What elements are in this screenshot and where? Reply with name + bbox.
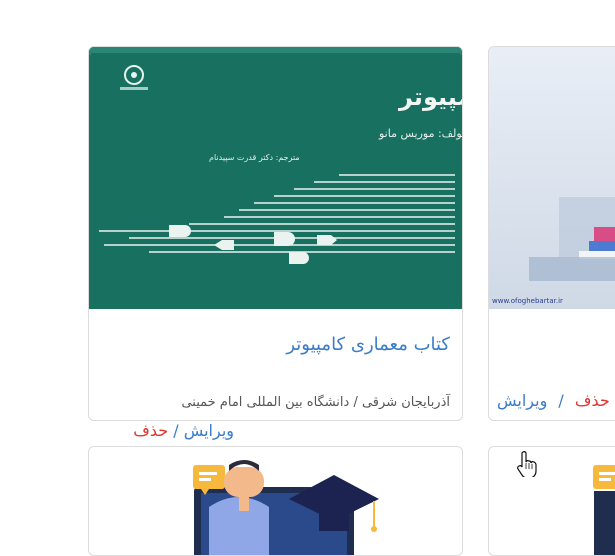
edit-link[interactable]: ویرایش (497, 391, 547, 410)
book-actions: حذف / ویرایش (497, 391, 610, 410)
education-illustration (593, 465, 615, 555)
delete-link[interactable]: حذف (575, 391, 610, 410)
edit-link[interactable]: ویرایش (184, 421, 234, 440)
cover-author: مولف: موریس مانو (378, 127, 462, 140)
education-illustration (193, 460, 379, 555)
book-card[interactable]: www.ofoghebartar.ir حذف / ویرایش (488, 46, 615, 421)
action-separator: / (173, 421, 179, 440)
delete-link[interactable]: حذف (133, 421, 168, 440)
action-separator: / (558, 391, 564, 410)
cover-title: معماری کامپیوتر (398, 83, 462, 111)
book-card[interactable] (88, 446, 463, 556)
pointer-hand-icon (517, 451, 537, 477)
book-cover-image[interactable]: معماری کامپیوتر مولف: موریس مانو مترجم: … (89, 47, 462, 309)
book-cover-image[interactable]: www.ofoghebartar.ir (489, 47, 615, 309)
book-cover-art: معماری کامپیوتر مولف: موریس مانو مترجم: … (89, 47, 462, 309)
book-title[interactable]: کتاب معماری کامپیوتر (286, 334, 450, 355)
book-photo: www.ofoghebartar.ir (489, 47, 615, 309)
book-card[interactable] (488, 446, 615, 556)
book-card[interactable]: معماری کامپیوتر مولف: موریس مانو مترجم: … (88, 46, 463, 421)
cover-translator: مترجم: دکتر قدرت سپیدنام (209, 153, 300, 162)
cover-watermark: www.ofoghebartar.ir (492, 297, 563, 305)
chat-bubble-icon (593, 465, 615, 489)
book-actions: ویرایش / حذف (114, 421, 234, 440)
book-location: آذربایجان شرقی / دانشگاه بین المللی امام… (181, 395, 450, 410)
